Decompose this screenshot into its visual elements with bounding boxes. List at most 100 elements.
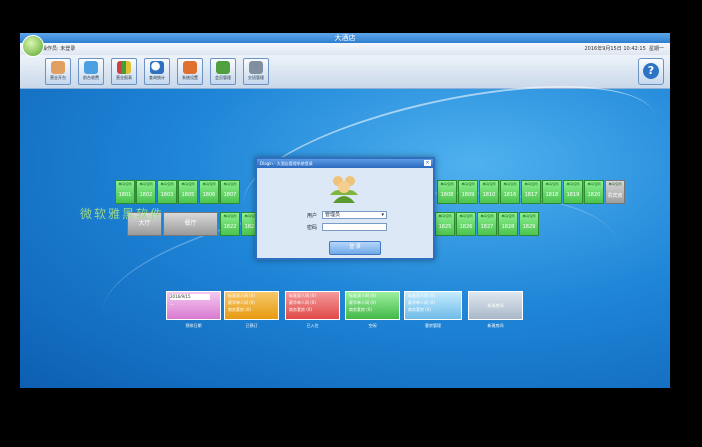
toolbar-button-members[interactable]: 会员管理 bbox=[210, 58, 236, 85]
room-tag: 单间/空闲 bbox=[524, 182, 538, 186]
room-tag: 单间/空闲 bbox=[440, 182, 454, 186]
room-tag: 单间/空闲 bbox=[587, 182, 601, 186]
room-tile[interactable]: 单间/空闲 1819 bbox=[563, 180, 583, 204]
room-number: 1826 bbox=[459, 224, 473, 230]
panel-caption: 新建房间 bbox=[487, 323, 504, 328]
room-tile[interactable]: 单间/空闲 1825 bbox=[435, 212, 455, 236]
password-label: 密码 bbox=[307, 225, 318, 231]
toolbar-button-shift[interactable]: 交班管理 bbox=[243, 58, 269, 85]
room-number: 1829 bbox=[522, 224, 536, 230]
login-dialog-title: Dlogin - 大酒店管理系统登录 × bbox=[257, 159, 433, 168]
room-tag: 单间/空闲 bbox=[608, 182, 622, 186]
cashier-icon bbox=[84, 61, 98, 74]
panel-occupied[interactable]: 标准双人间 (0) 豪华单人间 (0) 商务套房 (0) bbox=[285, 291, 340, 320]
user-label: 用户 bbox=[307, 213, 318, 219]
password-field[interactable] bbox=[322, 223, 387, 231]
panel-room-mgmt[interactable]: 标准双人间 (0) 豪华单人间 (0) 商务套房 (0) bbox=[404, 291, 462, 320]
room-number: 1809 bbox=[461, 192, 475, 198]
room-tile[interactable]: 单间/空闲 1829 bbox=[519, 212, 539, 236]
room-tile[interactable]: 单间/空闲 1822 bbox=[220, 212, 240, 236]
toolbar-button-settings[interactable]: 系统设置 bbox=[177, 58, 203, 85]
login-dialog: Dlogin - 大酒店管理系统登录 × 用户 管理员 ▾ 密码 登 录 bbox=[255, 157, 435, 260]
panel-caption: 已预订 bbox=[245, 323, 258, 328]
user-select[interactable]: 管理员 ▾ bbox=[322, 211, 387, 219]
room-number: 1808 bbox=[440, 192, 454, 198]
room-tile[interactable]: 单间/空闲 1803 bbox=[157, 180, 177, 204]
title-bar: 大酒店 bbox=[20, 33, 670, 43]
users-icon bbox=[330, 176, 358, 203]
room-number: 1816 bbox=[503, 192, 517, 198]
room-number: 1803 bbox=[160, 192, 174, 198]
room-number: 1806 bbox=[202, 192, 216, 198]
login-button[interactable]: 登 录 bbox=[329, 241, 381, 255]
room-tag: 单间/空闲 bbox=[223, 182, 237, 186]
room-restaurant[interactable]: 餐厅 bbox=[163, 212, 218, 236]
chevron-down-icon: ▾ bbox=[381, 212, 384, 218]
waiter-icon bbox=[51, 61, 65, 74]
toolbar-button-reports[interactable]: 营业报表 bbox=[111, 58, 137, 85]
room-tag: 单间/空闲 bbox=[160, 182, 174, 186]
toolbar-button-search[interactable]: 查询统计 bbox=[144, 58, 170, 85]
room-tile[interactable]: 单间/空闲 1826 bbox=[456, 212, 476, 236]
main-toolbar: 营业开台 前台收费 营业报表 查询统计 系统设置 会员管理 交班管理 ? bbox=[20, 55, 670, 89]
room-tag: 单间/空闲 bbox=[223, 214, 237, 218]
panel-reserve-date[interactable]: 2016/9/15 — bbox=[166, 291, 221, 320]
app-logo-icon bbox=[22, 35, 44, 57]
chart-icon bbox=[117, 61, 131, 74]
panel-caption: 客房管理 bbox=[425, 323, 441, 328]
window-title: 大酒店 bbox=[334, 34, 356, 42]
room-number: 1822 bbox=[223, 224, 237, 230]
room-tile[interactable]: 单间/空闲 1817 bbox=[521, 180, 541, 204]
room-number: 1810 bbox=[482, 192, 496, 198]
room-tag: 单间/空闲 bbox=[438, 214, 452, 218]
room-tile[interactable]: 单间/空闲 1806 bbox=[199, 180, 219, 204]
close-icon[interactable]: × bbox=[424, 160, 431, 166]
room-tile[interactable]: 单间/空闲贵宾房 bbox=[605, 180, 625, 204]
room-tile[interactable]: 单间/空闲 1828 bbox=[498, 212, 518, 236]
room-number: 贵宾房 bbox=[607, 193, 623, 199]
room-tile[interactable]: 单间/空闲 1818 bbox=[542, 180, 562, 204]
operator-status: 操作员: 未登录 bbox=[42, 46, 76, 52]
room-number: 1805 bbox=[181, 192, 195, 198]
toolbar-button-cashier[interactable]: 前台收费 bbox=[78, 58, 104, 85]
room-tile[interactable]: 单间/空闲 1809 bbox=[458, 180, 478, 204]
tools-icon bbox=[249, 61, 263, 74]
room-tag: 单间/空闲 bbox=[503, 182, 517, 186]
room-tile[interactable]: 单间/空闲 1805 bbox=[178, 180, 198, 204]
room-tile[interactable]: 单间/空闲 1816 bbox=[500, 180, 520, 204]
room-tag: 单间/空闲 bbox=[482, 182, 496, 186]
panel-caption: 空闲 bbox=[368, 323, 377, 328]
room-tag: 单间/空闲 bbox=[459, 214, 473, 218]
panel-new-room[interactable]: 新建房间 bbox=[468, 291, 523, 320]
panel-caption: 已入住 bbox=[306, 323, 319, 328]
members-icon bbox=[216, 61, 230, 74]
room-tag: 单间/空闲 bbox=[461, 182, 475, 186]
status-info-bar: 操作员: 未登录 2016年9月15日 10:42:15 星期一 bbox=[20, 43, 670, 55]
room-tag: 单间/空闲 bbox=[139, 182, 153, 186]
room-tile[interactable]: 单间/空闲 1802 bbox=[136, 180, 156, 204]
house-icon bbox=[183, 61, 197, 74]
room-number: 1807 bbox=[223, 192, 237, 198]
panel-vacant[interactable]: 标准双人间 (0) 豪华单人间 (0) 商务套房 (0) bbox=[345, 291, 400, 320]
room-tag: 单间/空闲 bbox=[566, 182, 580, 186]
room-tag: 单间/空闲 bbox=[202, 182, 216, 186]
help-button[interactable]: ? bbox=[638, 58, 664, 85]
room-number: 1825 bbox=[438, 224, 452, 230]
room-tile[interactable]: 单间/空闲 1807 bbox=[220, 180, 240, 204]
room-tile[interactable]: 单间/空闲 1808 bbox=[437, 180, 457, 204]
room-tile[interactable]: 单间/空闲 1827 bbox=[477, 212, 497, 236]
room-number: 1818 bbox=[545, 192, 559, 198]
panel-caption: 预排日期 bbox=[185, 323, 202, 328]
room-number: 1828 bbox=[501, 224, 515, 230]
room-tile[interactable]: 单间/空闲 1820 bbox=[584, 180, 604, 204]
toolbar-button-checkin[interactable]: 营业开台 bbox=[45, 58, 71, 85]
help-icon: ? bbox=[643, 63, 659, 79]
panel-reserved[interactable]: 标准双人间 (0) 豪华单人间 (0) 商务套房 (0) bbox=[224, 291, 279, 320]
magnifier-icon bbox=[150, 61, 164, 74]
datetime-display: 2016年9月15日 10:42:15 星期一 bbox=[584, 46, 664, 52]
room-tag: 单间/空闲 bbox=[501, 214, 515, 218]
watermark-text: 微软雅黑软件 bbox=[80, 207, 165, 221]
room-tile[interactable]: 单间/空闲 1801 bbox=[115, 180, 135, 204]
room-number: 1802 bbox=[139, 192, 153, 198]
room-tile[interactable]: 单间/空闲 1810 bbox=[479, 180, 499, 204]
